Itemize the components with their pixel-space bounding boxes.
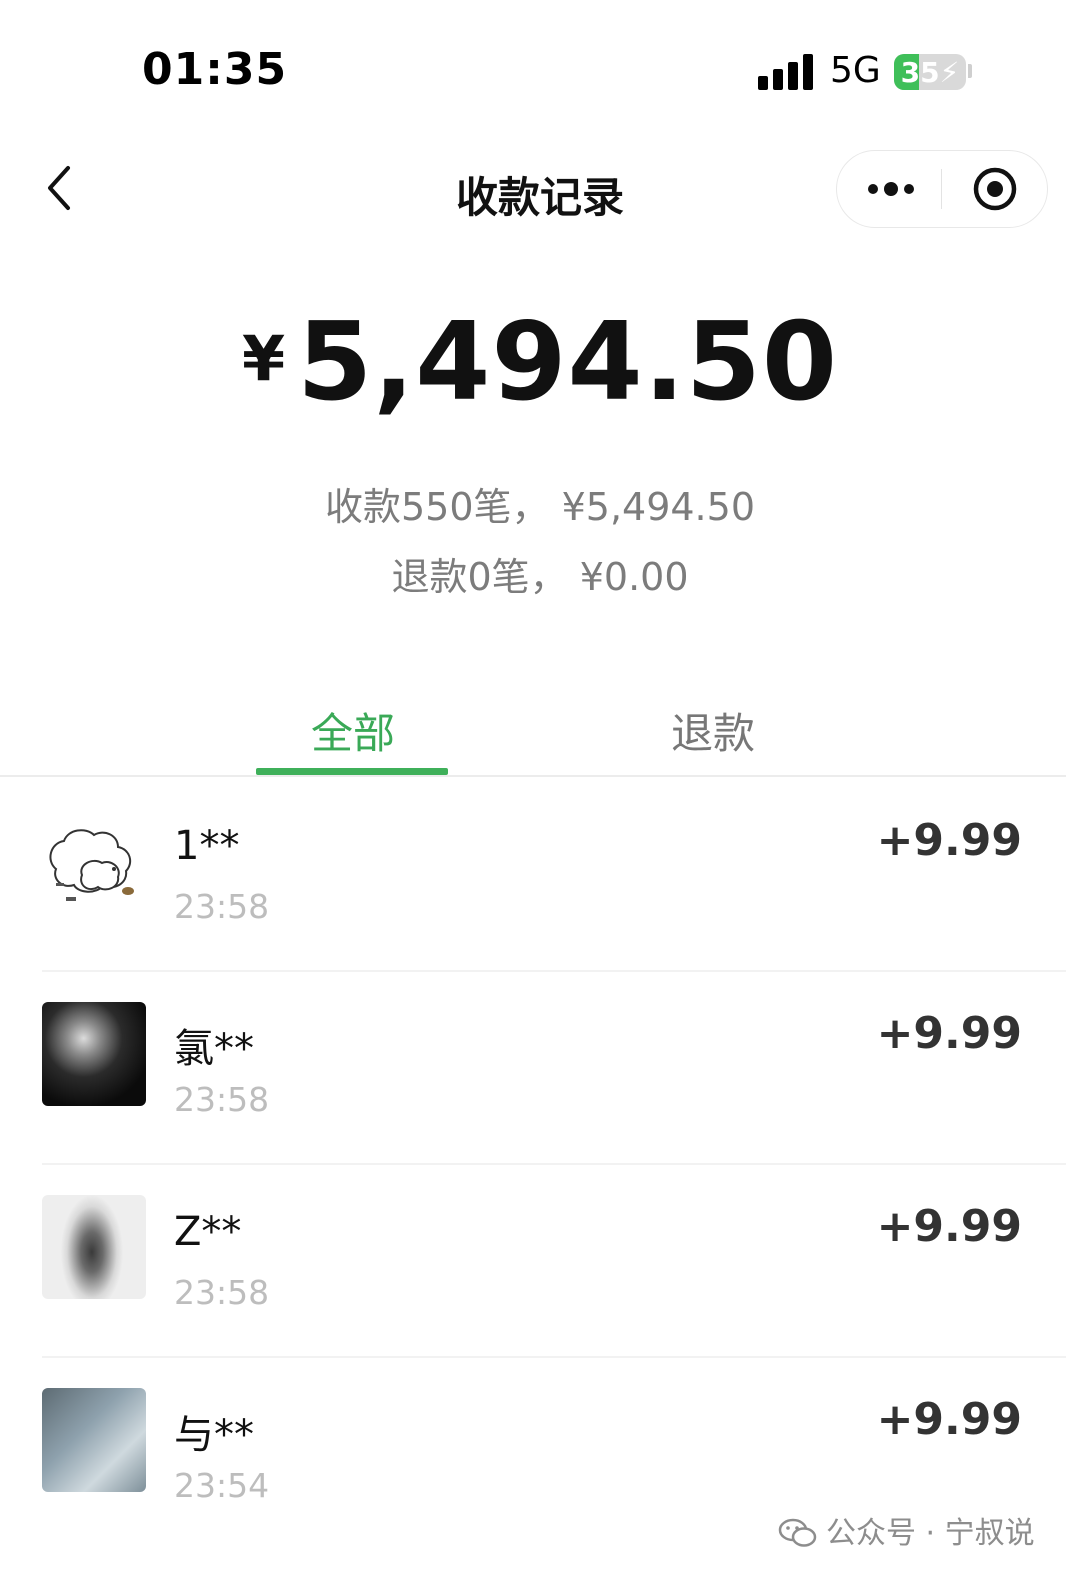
payment-amount: +9.99 bbox=[876, 1008, 1022, 1059]
total-amount-block: ¥5,494.50 bbox=[0, 300, 1080, 425]
total-amount: 5,494.50 bbox=[297, 300, 839, 425]
battery-icon: 35⚡ bbox=[894, 54, 966, 90]
currency-symbol: ¥ bbox=[241, 322, 286, 395]
avatar bbox=[42, 809, 146, 913]
mini-program-capsule bbox=[836, 150, 1048, 228]
battery-percent: 35⚡ bbox=[900, 56, 960, 89]
payment-amount: +9.99 bbox=[876, 815, 1022, 866]
tab-refund[interactable]: 退款 bbox=[616, 700, 810, 761]
received-summary: 收款550笔， ¥5,494.50 bbox=[324, 485, 755, 529]
capsule-divider bbox=[941, 169, 942, 209]
payment-time: 23:58 bbox=[174, 1273, 270, 1312]
payment-time: 23:58 bbox=[174, 1080, 270, 1119]
more-button[interactable] bbox=[859, 161, 923, 217]
more-dots-icon bbox=[868, 182, 914, 196]
tab-all[interactable]: 全部 bbox=[256, 700, 450, 761]
avatar bbox=[42, 1002, 146, 1106]
list-item[interactable]: 1** 23:58 +9.99 bbox=[0, 779, 1066, 972]
list-item[interactable]: Z** 23:58 +9.99 bbox=[0, 1165, 1066, 1358]
payment-amount: +9.99 bbox=[876, 1394, 1022, 1445]
list-item[interactable]: 氯** 23:58 +9.99 bbox=[0, 972, 1066, 1165]
status-time: 01:35 bbox=[142, 44, 288, 95]
signal-icon bbox=[758, 54, 814, 90]
payment-time: 23:54 bbox=[174, 1466, 270, 1505]
avatar bbox=[42, 1195, 146, 1299]
battery-tip bbox=[968, 64, 972, 78]
target-close-icon bbox=[973, 167, 1017, 211]
payer-name: 氯** bbox=[174, 1026, 254, 1072]
avatar bbox=[42, 1388, 146, 1492]
status-bar: 01:35 5G 35⚡ bbox=[0, 0, 1080, 140]
payer-name: 与** bbox=[174, 1412, 254, 1458]
payer-name: 1** bbox=[174, 823, 240, 869]
tab-divider bbox=[0, 775, 1066, 777]
wechat-icon bbox=[778, 1518, 817, 1547]
payment-amount: +9.99 bbox=[876, 1201, 1022, 1252]
watermark-text: 公众号 · 宁叔说 bbox=[826, 1516, 1035, 1551]
close-button[interactable] bbox=[969, 163, 1021, 215]
payment-time: 23:58 bbox=[174, 887, 270, 926]
cartoon-sheep-avatar bbox=[49, 829, 134, 901]
active-tab-indicator bbox=[256, 768, 448, 775]
payer-name: Z** bbox=[174, 1209, 242, 1255]
watermark: 公众号 · 宁叔说 bbox=[778, 1508, 1035, 1552]
network-type: 5G bbox=[830, 50, 881, 91]
refund-summary: 退款0笔， ¥0.00 bbox=[391, 555, 689, 599]
